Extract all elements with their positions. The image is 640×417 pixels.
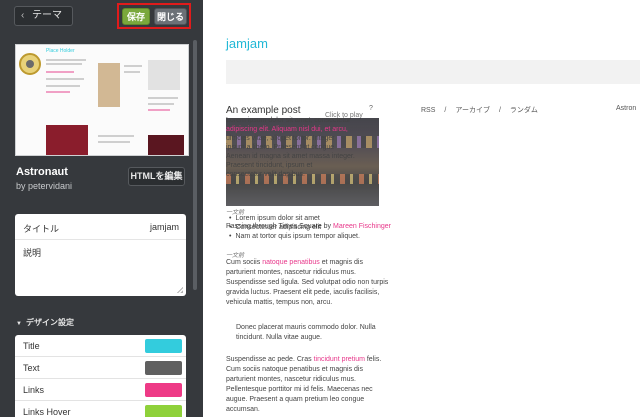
paragraph-line: Lorem ipsum dolor sit amet, consectetur bbox=[226, 117, 351, 124]
nav-archive[interactable]: アーカイブ bbox=[455, 107, 490, 114]
thumb-text-line bbox=[46, 78, 84, 80]
design-settings-label: デザイン設定 bbox=[25, 318, 74, 327]
action-buttons-highlight: 保存 閉じる bbox=[117, 3, 191, 29]
thumb-text-line bbox=[98, 135, 134, 137]
thumb-link-line bbox=[46, 71, 74, 73]
paragraph-line: ultricies vitae, aliquet tortor. Integer bbox=[226, 135, 335, 142]
post-blockquote: Donec placerat mauris commodo dolor. Nul… bbox=[236, 324, 376, 341]
para3-start: Suspendisse ac pede. Cras bbox=[226, 356, 314, 363]
post-paragraph-3: Suspendisse ac pede. Cras tincidunt pret… bbox=[226, 355, 394, 415]
post-paragraph-1: Lorem ipsum dolor sit amet, consectetur … bbox=[226, 116, 396, 179]
back-label: テーマ bbox=[32, 10, 62, 21]
chevron-left-icon: ‹ bbox=[21, 10, 25, 21]
close-button[interactable]: 閉じる bbox=[154, 8, 187, 25]
thumb-text-line bbox=[46, 59, 86, 61]
setting-label: Links Hover bbox=[23, 407, 71, 417]
triangle-down-icon: ▼ bbox=[16, 321, 22, 327]
blog-preview: jamjam ? Click to play RSS / アーカイブ / ランダム As… bbox=[203, 0, 640, 417]
nav-sep: / bbox=[444, 107, 447, 114]
description-field-label[interactable]: 説明 bbox=[23, 246, 41, 259]
title-field-value[interactable]: jamjam bbox=[150, 222, 179, 232]
color-swatch[interactable] bbox=[145, 339, 182, 353]
design-settings-header[interactable]: ▼ デザイン設定 bbox=[16, 317, 74, 328]
thumb-text-line bbox=[46, 63, 82, 65]
color-swatch[interactable] bbox=[145, 405, 182, 417]
setting-row-links[interactable]: Links bbox=[15, 379, 186, 401]
color-settings-list: Title Text Links Links Hover bbox=[15, 335, 186, 417]
theme-thumbnail[interactable]: Place Holder bbox=[15, 44, 189, 156]
thumb-link-line bbox=[148, 109, 170, 111]
thumb-photo bbox=[46, 125, 88, 155]
customize-sidebar: ‹ テーマ 保存 閉じる Place Holder Astronaut by p… bbox=[0, 0, 203, 417]
thumb-text-line bbox=[46, 85, 80, 87]
thumb-text-line bbox=[124, 65, 142, 67]
thumb-photo bbox=[98, 63, 120, 107]
blog-nav: RSS / アーカイブ / ランダム bbox=[421, 105, 547, 115]
color-swatch[interactable] bbox=[145, 361, 182, 375]
thumb-text-line bbox=[124, 71, 140, 73]
header-banner bbox=[226, 60, 640, 84]
photo-caption: Passing through Times Square by Mareen F… bbox=[226, 222, 396, 231]
list-item: Nam at tortor quis ipsum tempor aliquet. bbox=[229, 232, 360, 241]
paragraph-line: Praesent tincidunt, ipsum et bbox=[226, 162, 313, 169]
resize-handle-icon[interactable] bbox=[176, 286, 183, 293]
paragraph-line: consectetur velit dapibus. bbox=[226, 171, 305, 178]
thumb-text-line bbox=[148, 97, 178, 99]
setting-label: Text bbox=[23, 363, 40, 373]
blog-info-panel: タイトル jamjam 説明 bbox=[15, 214, 186, 296]
setting-label: Title bbox=[23, 341, 40, 351]
paragraph-link-line[interactable]: adipiscing elit. Aliquam nisl dui, et ar… bbox=[226, 125, 396, 134]
setting-row-text[interactable]: Text bbox=[15, 357, 186, 379]
sidebar-scrollbar[interactable] bbox=[193, 40, 197, 290]
thumb-photo bbox=[148, 135, 184, 155]
theme-logo-icon bbox=[19, 53, 41, 75]
thumb-text-line bbox=[98, 141, 130, 143]
photo-caption-link[interactable]: Mareen Fischinger bbox=[333, 223, 391, 230]
thumb-photo bbox=[148, 60, 180, 90]
nav-rss[interactable]: RSS bbox=[421, 107, 435, 114]
thumb-link-line bbox=[46, 91, 70, 93]
nav-sep: / bbox=[498, 107, 501, 114]
help-question-mark[interactable]: ? bbox=[369, 105, 373, 112]
photo-caption-prefix: Passing through Times Square by bbox=[226, 223, 334, 230]
title-field-label: タイトル bbox=[23, 224, 60, 234]
thumb-text-line bbox=[148, 103, 174, 105]
nav-random[interactable]: ランダム bbox=[510, 107, 538, 114]
edit-html-button[interactable]: HTMLを編集 bbox=[128, 167, 185, 186]
setting-label: Links bbox=[23, 385, 45, 395]
save-button[interactable]: 保存 bbox=[122, 8, 150, 25]
blog-title[interactable]: jamjam bbox=[226, 36, 268, 51]
para2-rest: et magnis dis parturient montes, nascetu… bbox=[226, 259, 389, 306]
color-swatch[interactable] bbox=[145, 383, 182, 397]
theme-author: by petervidani bbox=[16, 181, 73, 191]
paragraph-line: Aenean id magna sit amet massa integer. bbox=[226, 153, 355, 160]
thumb-blog-title: Place Holder bbox=[46, 48, 75, 54]
setting-row-links-hover[interactable]: Links Hover bbox=[15, 401, 186, 417]
post-paragraph-2: Cum sociis natoque penatibus et magnis d… bbox=[226, 258, 394, 308]
para3-link[interactable]: tincidunt pretium bbox=[314, 356, 365, 363]
back-to-themes-button[interactable]: ‹ テーマ bbox=[14, 6, 73, 26]
setting-row-title[interactable]: Title bbox=[15, 335, 186, 357]
author-name[interactable]: Astron bbox=[616, 105, 636, 112]
para3-rest: felis. Cum sociis natoque penatibus et m… bbox=[226, 356, 382, 413]
theme-name: Astronaut bbox=[16, 166, 68, 178]
paragraph-line: ipsum a libero. Praesent ut congue bbox=[226, 144, 335, 151]
para2-start: Cum sociis bbox=[226, 259, 263, 266]
title-field-row[interactable]: タイトル jamjam bbox=[15, 214, 186, 240]
post-title[interactable]: An example post bbox=[226, 105, 301, 116]
para2-link[interactable]: natoque penatibus bbox=[262, 259, 320, 266]
